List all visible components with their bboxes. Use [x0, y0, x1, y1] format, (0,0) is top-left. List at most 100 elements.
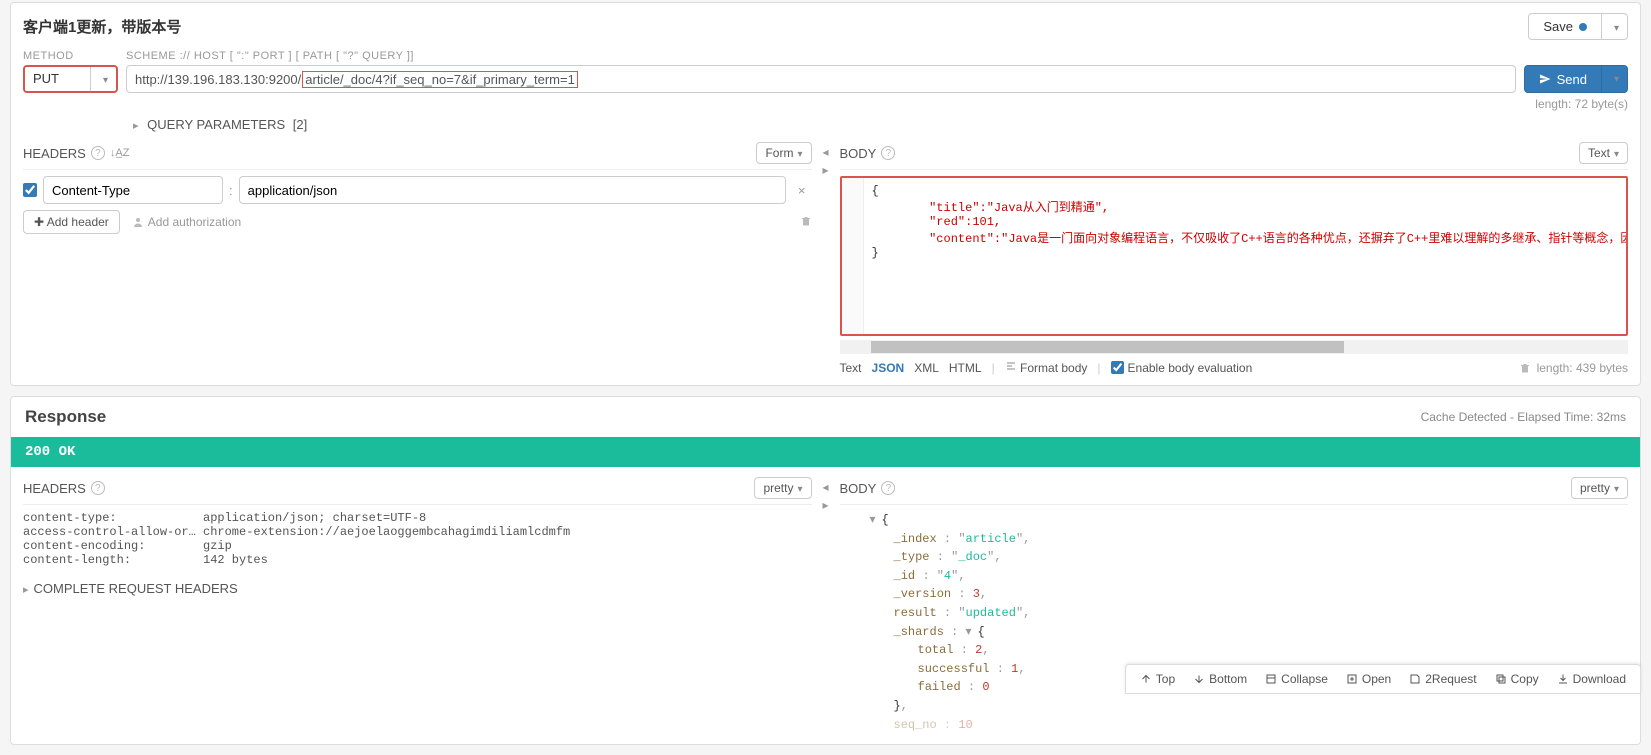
body-format-bar: Text JSON XML HTML | Format body | Enabl…: [840, 360, 1629, 375]
method-value: PUT: [25, 67, 90, 91]
method-dropdown-icon[interactable]: [90, 67, 116, 91]
body-type-select[interactable]: Text: [1579, 142, 1628, 164]
collapse-left-icon[interactable]: ◂: [822, 480, 828, 494]
complete-request-headers-toggle[interactable]: COMPLETE REQUEST HEADERS: [23, 581, 812, 596]
save-button[interactable]: Save: [1528, 13, 1628, 40]
url-input[interactable]: http://139.196.183.130:9200/ article/_do…: [126, 65, 1516, 93]
response-headers-list: content-type:application/json; charset=U…: [23, 511, 812, 567]
headers-head: HEADERS ? ↓A̲Z Form: [23, 142, 812, 170]
tab-json[interactable]: JSON: [872, 361, 905, 375]
resp-header-row: access-control-allow-origi…chrome-extens…: [23, 525, 812, 539]
resp-body-format[interactable]: pretty: [1571, 477, 1628, 499]
request-body-pane: BODY ? Text { "title":"Java从入门到精通", "red…: [840, 142, 1629, 375]
open-button[interactable]: Open: [1338, 669, 1399, 689]
headers-title-row: HEADERS ? ↓A̲Z: [23, 146, 129, 161]
copy-icon: [1495, 673, 1507, 685]
header-value-input[interactable]: [239, 176, 786, 204]
request-headers-pane: HEADERS ? ↓A̲Z Form : × ✚ Add header Add…: [23, 142, 812, 375]
help-icon[interactable]: ?: [881, 481, 895, 495]
vertical-divider[interactable]: ◂ ▸: [812, 142, 840, 375]
body-length-info: length: 439 bytes: [1519, 361, 1628, 375]
header-checkbox[interactable]: [23, 183, 37, 197]
response-title: Response: [25, 407, 106, 427]
tree-toggle-icon[interactable]: ▾: [870, 511, 882, 530]
body-editor[interactable]: { "title":"Java从入门到精通", "red":101, "cont…: [840, 176, 1629, 336]
copy-button[interactable]: Copy: [1487, 669, 1547, 689]
body-code: { "title":"Java从入门到精通", "red":101, "cont…: [872, 184, 1619, 260]
response-body-pane: BODY ? pretty ▾{ _index : "article", _ty…: [840, 477, 1629, 734]
to-request-button[interactable]: 2Request: [1401, 669, 1484, 689]
tree-toggle-icon[interactable]: ▾: [966, 623, 978, 642]
method-url-row: METHOD PUT SCHEME :// HOST [ ":" PORT ] …: [23, 50, 1628, 93]
header-row: : ×: [23, 176, 812, 204]
help-icon[interactable]: ?: [91, 481, 105, 495]
resp-body-title: BODY ?: [840, 481, 896, 496]
person-icon: [132, 216, 144, 228]
header-actions-row: ✚ Add header Add authorization: [23, 210, 812, 234]
response-body-wrap: HEADERS ? pretty content-type:applicatio…: [11, 467, 1640, 744]
resp-headers-head: HEADERS ? pretty: [23, 477, 812, 505]
enable-eval-checkbox[interactable]: Enable body evaluation: [1111, 361, 1253, 375]
resp-headers-format[interactable]: pretty: [754, 477, 811, 499]
send-dropdown[interactable]: [1601, 66, 1627, 92]
resp-body-head: BODY ? pretty: [840, 477, 1629, 505]
caret-right-icon: [133, 117, 144, 132]
cache-info: Cache Detected - Elapsed Time: 32ms: [1421, 410, 1626, 424]
horizontal-scrollbar[interactable]: [840, 340, 1629, 354]
remove-header-icon[interactable]: ×: [792, 183, 812, 198]
query-params-toggle[interactable]: QUERY PARAMETERS [2]: [23, 111, 1628, 132]
tab-xml[interactable]: XML: [914, 361, 939, 375]
request-top-row: 客户端1更新，带版本号 Save: [23, 13, 1628, 40]
collapse-left-icon[interactable]: ◂: [822, 145, 828, 159]
vertical-divider[interactable]: ◂ ▸: [812, 477, 840, 734]
headers-form-select[interactable]: Form: [756, 142, 811, 164]
response-head: Response Cache Detected - Elapsed Time: …: [11, 397, 1640, 437]
method-col: METHOD PUT: [23, 50, 118, 93]
header-key-input[interactable]: [43, 176, 223, 204]
format-icon: [1005, 360, 1017, 372]
resp-header-row: content-type:application/json; charset=U…: [23, 511, 812, 525]
arrow-up-icon: [1140, 673, 1152, 685]
scrollbar-thumb[interactable]: [871, 341, 1344, 353]
format-body-button[interactable]: Format body: [1005, 360, 1088, 375]
response-split: HEADERS ? pretty content-type:applicatio…: [23, 477, 1628, 734]
trash-icon[interactable]: [800, 215, 812, 230]
response-json-tree[interactable]: ▾{ _index : "article", _type : "_doc", _…: [840, 511, 1629, 734]
help-icon[interactable]: ?: [91, 146, 105, 160]
collapse-right-icon[interactable]: ▸: [822, 498, 828, 512]
trash-icon[interactable]: [1519, 362, 1531, 374]
tab-text[interactable]: Text: [840, 361, 862, 375]
method-label: METHOD: [23, 50, 118, 62]
send-main[interactable]: Send: [1525, 72, 1601, 87]
download-icon: [1557, 673, 1569, 685]
collapse-button[interactable]: Collapse: [1257, 669, 1336, 689]
url-host: http://139.196.183.130:9200/: [135, 72, 301, 87]
help-icon[interactable]: ?: [881, 146, 895, 160]
add-authorization-button[interactable]: Add authorization: [132, 215, 241, 229]
response-headers-pane: HEADERS ? pretty content-type:applicatio…: [23, 477, 812, 734]
unsaved-dot-icon: [1579, 23, 1587, 31]
tab-html[interactable]: HTML: [949, 361, 982, 375]
method-select[interactable]: PUT: [23, 65, 118, 93]
request-title: 客户端1更新，带版本号: [23, 16, 181, 37]
send-button[interactable]: Send: [1524, 65, 1628, 93]
save-label: Save: [1529, 14, 1601, 39]
bottom-toolbar: Top Bottom Collapse Open 2Request Copy D…: [1125, 664, 1641, 694]
open-icon: [1346, 673, 1358, 685]
resp-header-row: content-encoding:gzip: [23, 539, 812, 553]
bottom-button[interactable]: Bottom: [1185, 669, 1255, 689]
save-dropdown[interactable]: [1601, 14, 1627, 39]
request-icon: [1409, 673, 1421, 685]
body-title-row: BODY ?: [840, 146, 896, 161]
editor-gutter: [842, 178, 864, 334]
url-col: SCHEME :// HOST [ ":" PORT ] [ PATH [ "?…: [126, 50, 1516, 93]
collapse-right-icon[interactable]: ▸: [822, 163, 828, 177]
add-header-button[interactable]: ✚ Add header: [23, 210, 120, 234]
collapse-icon: [1265, 673, 1277, 685]
top-button[interactable]: Top: [1132, 669, 1183, 689]
download-button[interactable]: Download: [1549, 669, 1634, 689]
send-icon: [1539, 73, 1551, 85]
resp-header-row: content-length:142 bytes: [23, 553, 812, 567]
request-panel: 客户端1更新，带版本号 Save METHOD PUT SCHEME :// H…: [10, 2, 1641, 386]
sort-icon[interactable]: ↓A̲Z: [110, 147, 130, 159]
